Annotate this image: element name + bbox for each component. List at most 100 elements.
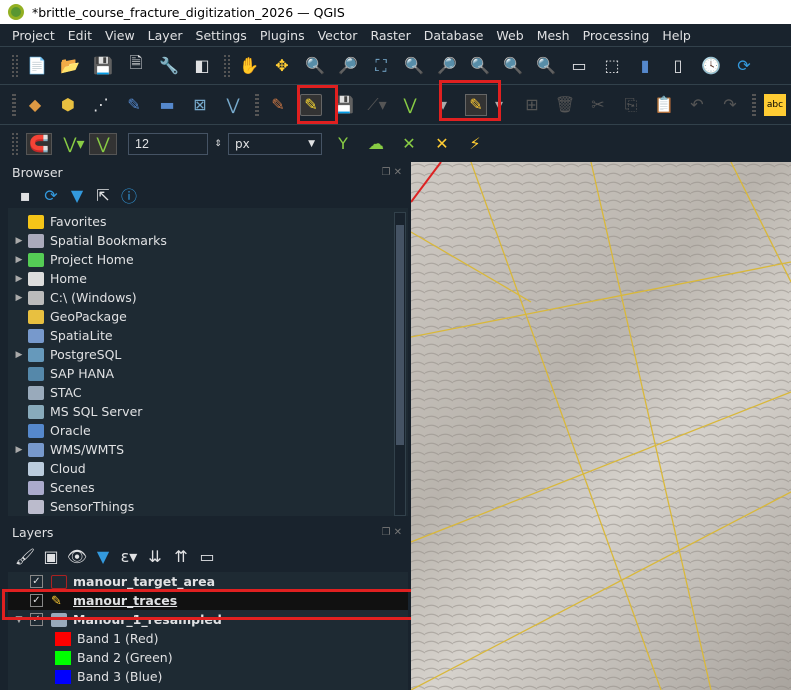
browser-item[interactable]: ▶ Spatial Bookmarks	[8, 231, 408, 250]
expand-arrow-icon[interactable]: ▶	[12, 236, 26, 246]
pan-icon[interactable]: ✋	[238, 55, 260, 77]
browser-item[interactable]: ▶ WMS/WMTS	[8, 440, 408, 459]
add-line-feature-icon[interactable]: ⟋▾	[366, 94, 388, 116]
browser-item[interactable]: GeoPackage	[8, 307, 408, 326]
browser-item[interactable]: ▶ PostgreSQL	[8, 345, 408, 364]
browser-item[interactable]: SAP HANA	[8, 364, 408, 383]
delete-selected-icon[interactable]: 🗑	[554, 94, 576, 116]
toolbar-grip[interactable]	[12, 132, 18, 155]
map-tips-icon[interactable]: ▯	[667, 55, 689, 77]
info-icon[interactable]: ⓘ	[118, 184, 140, 206]
expand-all-icon[interactable]: ⇊	[144, 545, 166, 567]
collapse-all-icon[interactable]: ⇈	[170, 545, 192, 567]
temporal-icon[interactable]: 🕓	[700, 55, 722, 77]
toolbar-grip[interactable]	[224, 54, 230, 77]
filter-icon[interactable]: ▼	[66, 184, 88, 206]
snapping-mode-icon[interactable]: ⋁▾	[63, 133, 85, 155]
refresh-icon[interactable]: ⟳	[40, 184, 62, 206]
new-temporary-layer-icon[interactable]: ▬	[156, 94, 178, 116]
panel-close-icon[interactable]: ❐ ✕	[381, 527, 402, 538]
zoom-last-icon[interactable]: 🔍	[502, 55, 524, 77]
menu-raster[interactable]: Raster	[370, 28, 410, 43]
menu-database[interactable]: Database	[424, 28, 484, 43]
menu-layer[interactable]: Layer	[148, 28, 183, 43]
new-spatialite-layer-icon[interactable]: ✎	[123, 94, 145, 116]
modify-attributes-icon[interactable]: ⊞	[521, 94, 543, 116]
browser-item[interactable]: STAC	[8, 383, 408, 402]
browser-item[interactable]: ▶ C:\ (Windows)	[8, 288, 408, 307]
map-canvas[interactable]	[411, 162, 791, 690]
snapping-magnet-icon[interactable]: 🧲	[26, 132, 52, 155]
zoom-out-icon[interactable]: 🔎	[337, 55, 359, 77]
browser-item[interactable]: ▶ Home	[8, 269, 408, 288]
new-map-view-icon[interactable]: ▭	[568, 55, 590, 77]
menu-edit[interactable]: Edit	[68, 28, 92, 43]
expand-arrow-icon[interactable]: ▶	[12, 445, 26, 455]
menu-plugins[interactable]: Plugins	[260, 28, 305, 43]
browser-item[interactable]: ▶ Project Home	[8, 250, 408, 269]
menu-processing[interactable]: Processing	[583, 28, 650, 43]
tracing-icon[interactable]: ⚡	[464, 133, 486, 155]
expand-arrow-icon[interactable]: ▶	[12, 293, 26, 303]
new-geopackage-layer-icon[interactable]: ⬢	[57, 94, 79, 116]
tolerance-spin[interactable]: ⇕	[212, 133, 224, 155]
menu-view[interactable]: View	[105, 28, 135, 43]
zoom-selection-icon[interactable]: 🔍	[403, 55, 425, 77]
add-group-icon[interactable]: ▣	[40, 545, 62, 567]
browser-item[interactable]: Cloud	[8, 459, 408, 478]
toolbar-grip[interactable]	[752, 93, 756, 116]
browser-item[interactable]: MS SQL Server	[8, 402, 408, 421]
new-bookmark-icon[interactable]: ⬚	[601, 55, 623, 77]
open-project-icon[interactable]: 📂	[59, 55, 81, 77]
toolbar-grip[interactable]	[255, 93, 259, 116]
vertex-tool-icon[interactable]: ⋁	[399, 94, 421, 116]
snap-intersection-icon[interactable]: ✕	[398, 133, 420, 155]
paste-features-icon[interactable]: 📋	[653, 94, 675, 116]
menu-project[interactable]: Project	[12, 28, 55, 43]
data-source-manager-icon[interactable]: ◆	[24, 94, 46, 116]
snapping-type-icon[interactable]: ⋁	[89, 132, 117, 155]
menu-vector[interactable]: Vector	[318, 28, 358, 43]
topological-editing-icon[interactable]: Y	[332, 133, 354, 155]
redo-icon[interactable]: ↷	[719, 94, 741, 116]
current-edits-icon[interactable]: ✎	[267, 94, 289, 116]
refresh-icon[interactable]: ⟳	[733, 55, 755, 77]
zoom-full-icon[interactable]: ⛶	[370, 55, 392, 77]
menu-help[interactable]: Help	[662, 28, 691, 43]
tolerance-input[interactable]	[128, 132, 208, 155]
labeling-icon[interactable]: abc	[764, 93, 786, 116]
unit-select[interactable]: px ▼	[228, 132, 322, 155]
save-project-icon[interactable]: 💾	[92, 55, 114, 77]
new-project-icon[interactable]: 📄	[26, 55, 48, 77]
toolbar-grip[interactable]	[12, 54, 18, 77]
expand-arrow-icon[interactable]: ▶	[12, 255, 26, 265]
visibility-icon[interactable]: 👁	[66, 545, 88, 567]
style-manager-icon[interactable]: ◧	[191, 55, 213, 77]
show-bookmarks-icon[interactable]: ▮	[634, 55, 656, 77]
expand-arrow-icon[interactable]: ▶	[12, 274, 26, 284]
browser-item[interactable]: Oracle	[8, 421, 408, 440]
toolbar-grip[interactable]	[12, 93, 16, 116]
browser-scrollbar[interactable]	[394, 212, 406, 516]
zoom-next-icon[interactable]: 🔍	[535, 55, 557, 77]
zoom-native-icon[interactable]: 🔍	[469, 55, 491, 77]
remove-layer-icon[interactable]: ▭	[196, 545, 218, 567]
copy-features-icon[interactable]: ⎘	[620, 94, 642, 116]
pan-to-selection-icon[interactable]: ✥	[271, 55, 293, 77]
new-print-layout-icon[interactable]: 🗎	[125, 53, 147, 77]
menu-web[interactable]: Web	[496, 28, 523, 43]
style-icon[interactable]: 🖌	[14, 545, 36, 567]
add-layer-icon[interactable]: ▪	[14, 184, 36, 206]
avoid-overlap-icon[interactable]: ☁	[365, 133, 387, 155]
new-virtual-layer-icon[interactable]: ⊠	[189, 94, 211, 116]
layer-visibility-checkbox[interactable]: ✓	[30, 575, 43, 588]
collapse-all-icon[interactable]: ⇱	[92, 184, 114, 206]
expand-arrow-icon[interactable]: ▶	[12, 350, 26, 360]
undo-icon[interactable]: ↶	[686, 94, 708, 116]
new-shapefile-layer-icon[interactable]: ⋰	[90, 94, 112, 116]
layout-manager-icon[interactable]: 🔧	[158, 55, 180, 77]
menu-mesh[interactable]: Mesh	[537, 28, 570, 43]
menu-settings[interactable]: Settings	[196, 28, 247, 43]
zoom-layer-icon[interactable]: 🔎	[436, 55, 458, 77]
browser-item[interactable]: SensorThings	[8, 497, 408, 516]
